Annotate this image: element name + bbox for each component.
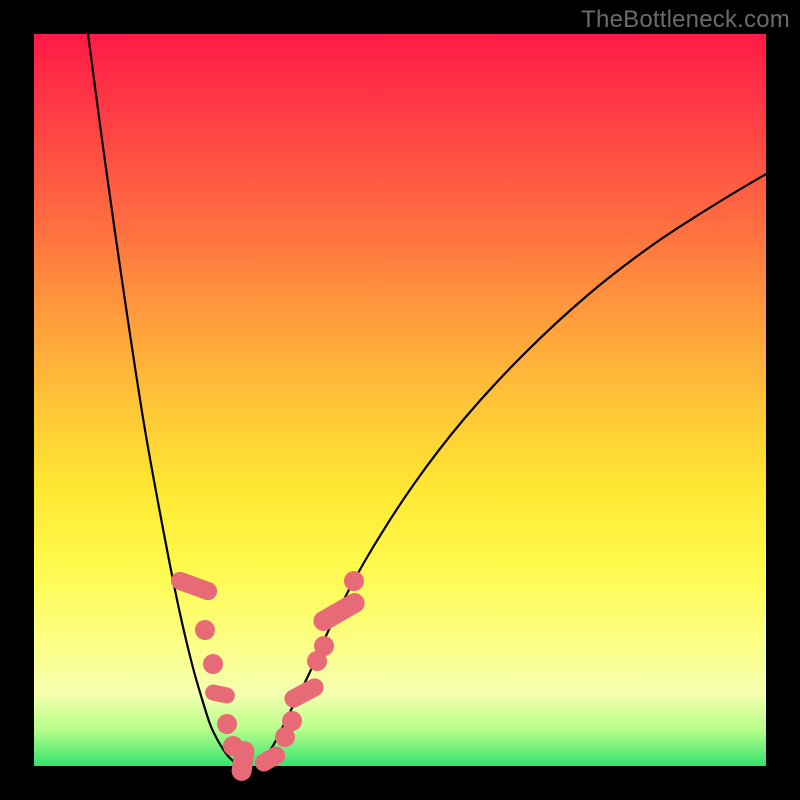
markers-group: [168, 569, 368, 782]
data-marker-pill: [310, 589, 368, 634]
data-marker-circle: [203, 654, 223, 674]
data-marker-circle: [314, 636, 334, 656]
data-marker-circle: [195, 620, 215, 640]
outer-frame: TheBottleneck.com: [0, 0, 800, 800]
data-marker-pill: [204, 683, 237, 705]
watermark-text: TheBottleneck.com: [581, 6, 790, 34]
data-marker-circle: [217, 714, 237, 734]
data-marker-circle: [282, 711, 302, 731]
data-marker-pill: [252, 743, 289, 775]
plot-area: [34, 34, 766, 766]
data-marker-pill: [281, 675, 327, 711]
chart-svg: [34, 34, 766, 766]
data-marker-circle: [344, 571, 364, 591]
curve-right-branch: [258, 174, 766, 765]
